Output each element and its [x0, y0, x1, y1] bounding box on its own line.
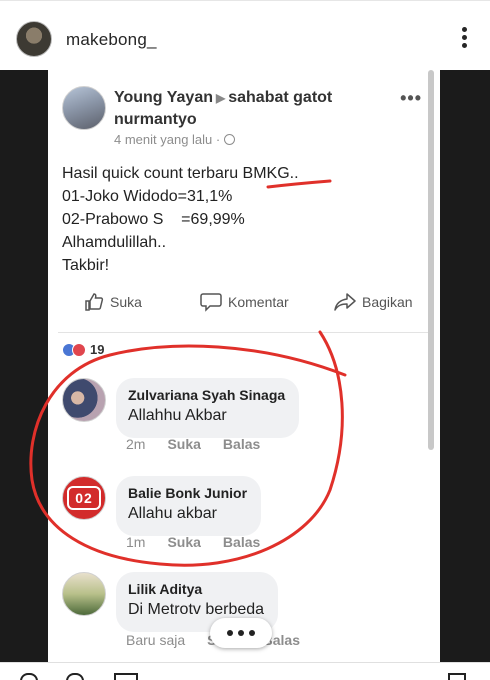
post-author-line: Young Yayan ▶ sahabat gatot nurmantyo [114, 87, 414, 130]
reaction-count: 19 [90, 342, 105, 357]
send-icon[interactable] [114, 673, 138, 680]
post-author-name: Young Yayan [114, 89, 213, 106]
comment-item: 02 Balie Bonk Junior Allahu akbar 1m Suka… [62, 476, 432, 556]
post-line: Hasil quick count terbaru BMKG.. [62, 165, 299, 182]
comment-item: Lilik Aditya Di Metrotv berbeda Baru saj… [62, 572, 432, 662]
comment-text: Allahu akbar [128, 505, 217, 522]
post-text: Hasil quick count terbaru BMKG.. 01-Joko… [62, 162, 299, 277]
profile-avatar[interactable] [16, 21, 52, 57]
like-action: Suka [84, 292, 142, 312]
comment-bubble-icon[interactable] [66, 673, 84, 680]
thumbs-up-icon [85, 293, 104, 311]
more-options-icon[interactable] [460, 27, 468, 51]
comment-time: Baru saja [126, 632, 186, 648]
comment-meta: 2m Suka Balas [126, 436, 282, 452]
like-label: Suka [110, 294, 142, 310]
post-line: 02-Prabowo S =69,99% [62, 211, 245, 228]
bottom-action-bar [0, 662, 490, 680]
divider [58, 332, 430, 333]
commenter-name: Balie Bonk Junior [128, 485, 248, 501]
share-label: Bagikan [362, 294, 413, 310]
comment-bubble: Balie Bonk Junior Allahu akbar [116, 476, 262, 536]
comment-reply: Balas [222, 436, 261, 452]
comment-label: Komentar [228, 294, 289, 310]
comment-item: Zulvariana Syah Sinaga Allahhu Akbar 2m S… [62, 378, 432, 458]
comment-time: 2m [126, 436, 146, 452]
comment-reply: Balas [222, 534, 261, 550]
post-line: 01-Joko Widodo=31,1% [62, 188, 233, 205]
share-action: Bagikan [334, 292, 413, 312]
post-time-text: 4 menit yang lalu [114, 132, 213, 147]
post-line: Takbir! [62, 257, 110, 274]
post-menu-icon: ••• [400, 88, 422, 108]
post-actions: Suka Komentar Bagikan [48, 292, 440, 322]
more-pill-icon[interactable] [210, 618, 272, 648]
comment-bubble: Zulvariana Syah Sinaga Allahhu Akbar [116, 378, 300, 438]
commenter-avatar [62, 572, 106, 616]
commenter-name: Zulvariana Syah Sinaga [128, 387, 286, 403]
instagram-header: makebong_ [0, 0, 490, 70]
post-line: Alhamdulillah.. [62, 234, 167, 251]
facebook-screenshot: Young Yayan ▶ sahabat gatot nurmantyo ••• … [48, 70, 440, 662]
heart-icon[interactable] [20, 673, 38, 680]
post-timestamp: 4 menit yang lalu · [114, 132, 235, 147]
commenter-avatar: 02 [62, 476, 106, 520]
comment-text: Allahhu Akbar [128, 407, 227, 424]
comment-action: Komentar [200, 292, 289, 312]
avatar-badge: 02 [67, 486, 101, 510]
profile-username[interactable]: makebong_ [66, 30, 157, 50]
reactions-summary: 19 [62, 342, 104, 357]
arrow-right-icon: ▶ [216, 91, 226, 105]
comment-icon [200, 293, 222, 312]
bookmark-icon[interactable] [448, 673, 466, 680]
commenter-avatar [62, 378, 106, 422]
commenter-name: Lilik Aditya [128, 581, 203, 597]
comment-like: Suka [167, 436, 201, 452]
share-icon [334, 293, 356, 311]
comment-meta: 1m Suka Balas [126, 534, 282, 550]
scrollbar [428, 70, 434, 450]
comment-like: Suka [167, 534, 201, 550]
comment-time: 1m [126, 534, 146, 550]
love-reaction-icon [72, 342, 86, 357]
post-photo: Young Yayan ▶ sahabat gatot nurmantyo ••• … [0, 70, 490, 662]
globe-icon [223, 134, 235, 145]
post-author-avatar [62, 86, 106, 130]
